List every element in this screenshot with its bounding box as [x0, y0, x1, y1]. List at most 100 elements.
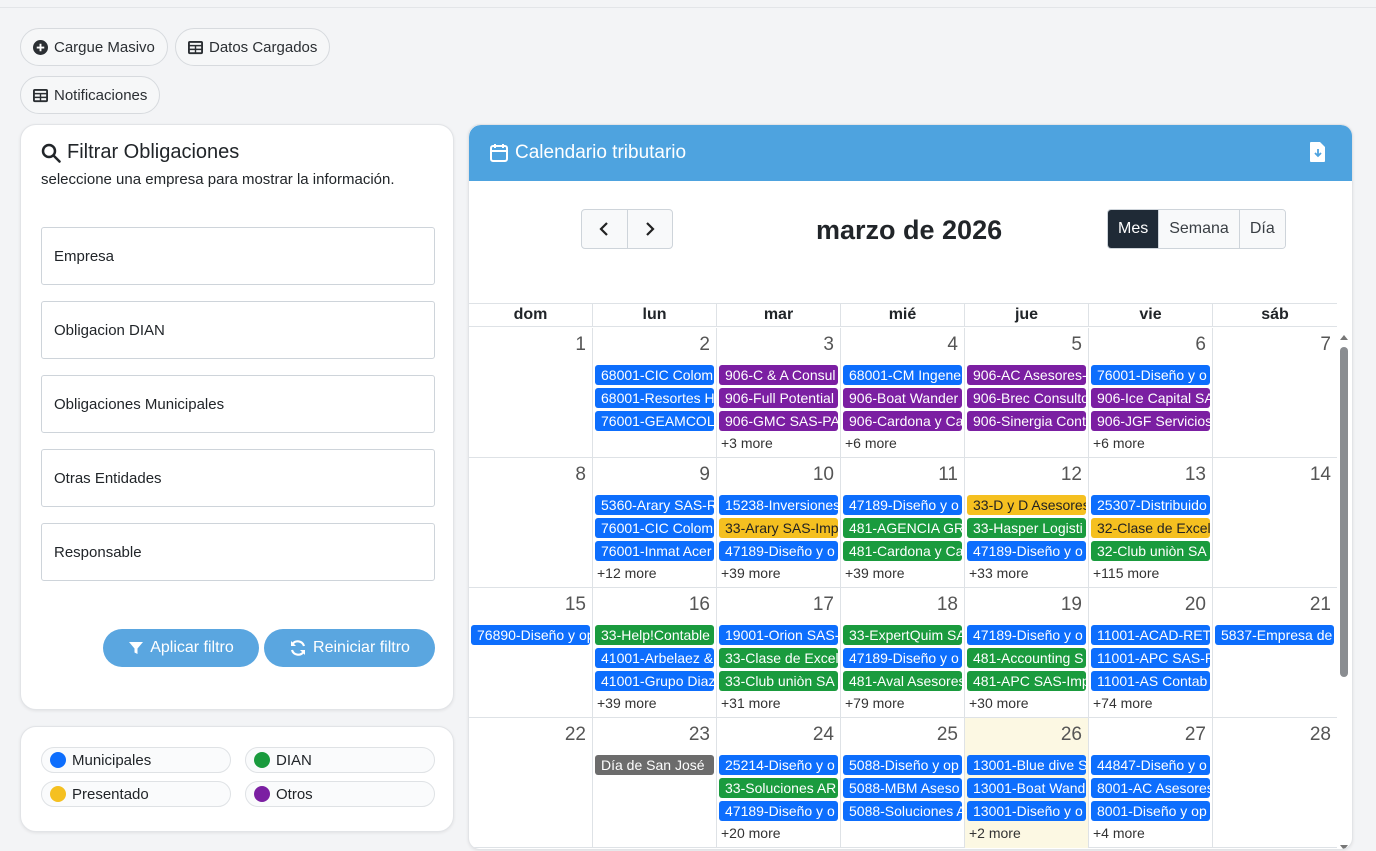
calendar-event[interactable]: 15238-Inversiones	[719, 495, 838, 515]
calendar-event[interactable]: 906-Full Potential	[719, 388, 838, 408]
calendar-event[interactable]: 8001-AC Asesores	[1091, 778, 1210, 798]
file-download-icon[interactable]	[1309, 141, 1327, 163]
calendar-day[interactable]: 27 44847-Diseño y o 8001-AC Asesores 8001-D…	[1089, 718, 1213, 848]
calendar-event[interactable]: 906-Ice Capital SA	[1091, 388, 1210, 408]
calendar-event[interactable]: 47189-Diseño y o	[967, 541, 1086, 561]
more-events-link[interactable]: +2 more	[969, 825, 1021, 841]
calendar-event[interactable]: 41001-Arbelaez &	[595, 648, 714, 668]
calendar-event[interactable]: 481-Accounting S	[967, 648, 1086, 668]
calendar-day[interactable]: 16 33-Help!Contable 41001-Arbelaez & 41001-…	[593, 588, 717, 718]
view-week-button[interactable]: Semana	[1158, 210, 1239, 248]
more-events-link[interactable]: +4 more	[1093, 825, 1145, 841]
calendar-event[interactable]: 33-Clase de Excel	[719, 648, 838, 668]
calendar-day[interactable]: 24 25214-Diseño y o 33-Soluciones AR 47189-…	[717, 718, 841, 848]
calendar-event[interactable]: 25307-Distribuido	[1091, 495, 1210, 515]
calendar-day[interactable]: 1	[469, 328, 593, 458]
more-events-link[interactable]: +33 more	[969, 565, 1029, 581]
calendar-scrollbar[interactable]	[1340, 333, 1348, 850]
more-events-link[interactable]: +6 more	[845, 435, 897, 451]
calendar-event[interactable]: 47189-Diseño y o	[719, 801, 838, 821]
day-number[interactable]: 22	[565, 724, 586, 746]
calendar-event[interactable]: 33-Club uniòn SA	[719, 671, 838, 691]
calendar-event[interactable]: 25214-Diseño y o	[719, 755, 838, 775]
calendar-day[interactable]: 25 5088-Diseño y op 5088-MBM Aseso 5088-Sol…	[841, 718, 965, 848]
calendar-event[interactable]: 68001-CM Ingene	[843, 365, 962, 385]
calendar-event[interactable]: 11001-ACAD-RETI	[1091, 625, 1210, 645]
calendar-event[interactable]: 906-Sinergia Cont	[967, 411, 1086, 431]
calendar-event[interactable]: 481-AGENCIA GR	[843, 518, 962, 538]
reset-filter-button[interactable]: Reiniciar filtro	[264, 629, 435, 667]
calendar-event[interactable]: 47189-Diseño y o	[843, 648, 962, 668]
day-number[interactable]: 26	[1061, 724, 1082, 746]
day-number[interactable]: 12	[1061, 464, 1082, 486]
calendar-event[interactable]: 47189-Diseño y o	[967, 625, 1086, 645]
day-number[interactable]: 28	[1310, 724, 1331, 746]
calendar-event[interactable]: 47189-Diseño y o	[843, 495, 962, 515]
calendar-event[interactable]: 5088-Diseño y op	[843, 755, 962, 775]
more-events-link[interactable]: +30 more	[969, 695, 1029, 711]
day-number[interactable]: 27	[1185, 724, 1206, 746]
day-number[interactable]: 18	[937, 594, 958, 616]
calendar-event[interactable]: 41001-Grupo Diaz	[595, 671, 714, 691]
day-number[interactable]: 6	[1195, 334, 1206, 356]
day-number[interactable]: 1	[575, 334, 586, 356]
calendar-day[interactable]: 18 33-ExpertQuim SA 47189-Diseño y o 481-Av…	[841, 588, 965, 718]
cargue-masivo-button[interactable]: Cargue Masivo	[20, 28, 168, 66]
notificaciones-button[interactable]: Notificaciones	[20, 76, 161, 114]
calendar-day[interactable]: 7	[1213, 328, 1337, 458]
day-number[interactable]: 9	[699, 464, 710, 486]
calendar-day[interactable]: 11 47189-Diseño y o 481-AGENCIA GR 481-Card…	[841, 458, 965, 588]
calendar-event[interactable]: 44847-Diseño y o	[1091, 755, 1210, 775]
day-number[interactable]: 7	[1320, 334, 1331, 356]
calendar-day[interactable]: 8	[469, 458, 593, 588]
day-number[interactable]: 24	[813, 724, 834, 746]
view-day-button[interactable]: Día	[1238, 210, 1285, 248]
apply-filter-button[interactable]: Aplicar filtro	[103, 629, 259, 667]
calendar-day[interactable]: 13 25307-Distribuido 32-Clase de Excel 32-C…	[1089, 458, 1213, 588]
calendar-event[interactable]: 906-GMC SAS-PA	[719, 411, 838, 431]
day-number[interactable]: 15	[565, 594, 586, 616]
calendar-event[interactable]: 481-Cardona y Ca	[843, 541, 962, 561]
day-number[interactable]: 25	[937, 724, 958, 746]
calendar-event[interactable]: 5088-Soluciones A	[843, 801, 962, 821]
day-number[interactable]: 3	[823, 334, 834, 356]
more-events-link[interactable]: +20 more	[721, 825, 781, 841]
obligaciones-municipales-select[interactable]: Obligaciones Municipales	[41, 375, 435, 433]
day-number[interactable]: 17	[813, 594, 834, 616]
calendar-day[interactable]: 9 5360-Arary SAS-R 76001-CIC Colom 76001-In…	[593, 458, 717, 588]
day-number[interactable]: 21	[1310, 594, 1331, 616]
calendar-event[interactable]: 906-Cardona y Ca	[843, 411, 962, 431]
more-events-link[interactable]: +6 more	[1093, 435, 1145, 451]
calendar-event[interactable]: 33-Hasper Logisti	[967, 518, 1086, 538]
calendar-day[interactable]: 28	[1213, 718, 1337, 848]
more-events-link[interactable]: +3 more	[721, 435, 773, 451]
calendar-event[interactable]: 68001-Resortes H	[595, 388, 714, 408]
calendar-event[interactable]: 906-C & A Consul	[719, 365, 838, 385]
scroll-down-icon[interactable]	[1340, 844, 1348, 850]
calendar-event[interactable]: 13001-Boat Wand	[967, 778, 1086, 798]
otras-entidades-select[interactable]: Otras Entidades	[41, 449, 435, 507]
calendar-event[interactable]: 5360-Arary SAS-R	[595, 495, 714, 515]
day-number[interactable]: 19	[1061, 594, 1082, 616]
calendar-event[interactable]: 8001-Diseño y op	[1091, 801, 1210, 821]
day-number[interactable]: 5	[1071, 334, 1082, 356]
calendar-event[interactable]: 906-Boat Wander	[843, 388, 962, 408]
calendar-event[interactable]: 68001-CIC Colom	[595, 365, 714, 385]
calendar-event[interactable]: 47189-Diseño y o	[719, 541, 838, 561]
calendar-event[interactable]: 33-D y D Asesores	[967, 495, 1086, 515]
calendar-event[interactable]: 906-AC Asesores-	[967, 365, 1086, 385]
calendar-event[interactable]: 5088-MBM Aseso	[843, 778, 962, 798]
calendar-event[interactable]: 32-Club uniòn SA	[1091, 541, 1210, 561]
calendar-event[interactable]: 906-JGF Servicios	[1091, 411, 1210, 431]
day-number[interactable]: 20	[1185, 594, 1206, 616]
calendar-day[interactable]: 19 47189-Diseño y o 481-Accounting S 481-AP…	[965, 588, 1089, 718]
calendar-day[interactable]: 2 68001-CIC Colom 68001-Resortes H 76001-GE…	[593, 328, 717, 458]
day-number[interactable]: 11	[938, 464, 958, 486]
calendar-day[interactable]: 21 5837-Empresa de	[1213, 588, 1337, 718]
calendar-event[interactable]: 33-ExpertQuim SA	[843, 625, 962, 645]
more-events-link[interactable]: +39 more	[721, 565, 781, 581]
datos-cargados-button[interactable]: Datos Cargados	[175, 28, 331, 66]
calendar-event[interactable]: 11001-AS Contab	[1091, 671, 1210, 691]
calendar-event[interactable]: 481-APC SAS-Imp	[967, 671, 1086, 691]
more-events-link[interactable]: +39 more	[597, 695, 657, 711]
